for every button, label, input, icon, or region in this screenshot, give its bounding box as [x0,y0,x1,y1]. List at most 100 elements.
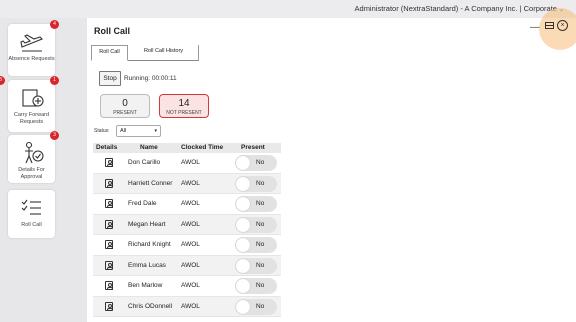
card-details-for-approval[interactable]: 3 Details For Approval [8,131,59,183]
close-icon[interactable]: × [557,20,568,31]
toggle-knob [236,258,250,273]
present-toggle[interactable]: No [235,237,277,253]
toggle-label: No [256,159,265,166]
card-absence-requests[interactable]: 4 Absence Requests [8,20,59,76]
contact-card-icon[interactable] [105,240,113,249]
toggle-label: No [256,241,265,248]
table-body: Don Carillo AWOL No Harriett Conner AWOL… [93,153,281,317]
tab-roll-call-history[interactable]: Roll Call History [129,45,199,61]
status-label: Status: [94,128,110,134]
present-count-box[interactable]: 0 PRESENT [100,94,150,118]
toggle-label: No [256,302,265,310]
account-label: Administrator (NextraStandard) - A Compa… [354,4,557,13]
status-select[interactable]: All ▾ [116,125,161,137]
document-add-icon [21,89,44,107]
toggle-label: No [256,282,265,289]
table-row: Don Carillo AWOL No [93,153,281,174]
sidebar: 4 Absence Requests 8 1 Carry Forward Req… [0,18,86,322]
notification-badge: 1 [50,76,59,85]
toggle-label: No [256,261,265,269]
toggle-knob [236,156,250,170]
contact-card-icon[interactable] [105,301,113,311]
employee-name: Harriett Conner [128,179,173,187]
present-count: 0 [122,98,128,109]
clocked-time: AWOL [181,220,200,228]
table-row: Fred Dale AWOL No [93,194,281,215]
table-row: Ben Marlow AWOL No [93,276,281,297]
account-selector[interactable]: Administrator (NextraStandard) - A Compa… [355,4,564,13]
roll-call-panel: Roll Call — × Roll Call Roll Call Histor… [87,8,576,322]
header-details: Details [96,144,118,151]
clocked-time: AWOL [181,302,200,310]
present-toggle[interactable]: No [235,298,277,315]
table-row: Chris ODonnell AWOL No [93,296,281,317]
toggle-label: No [256,220,265,228]
running-timer: Running: 00:00:11 [124,75,177,82]
toggle-knob [236,299,250,314]
table-row: Emma Lucas AWOL No [93,255,281,276]
table-row: Harriett Conner AWOL No [93,173,281,194]
tab-bar: Roll Call Roll Call History [91,45,199,61]
notification-badge: 3 [50,131,59,140]
status-value: All [120,128,127,134]
employee-name: Fred Dale [128,200,157,207]
card-label: Details For Approval [18,167,45,180]
clocked-time: AWOL [181,261,200,269]
contact-card-icon[interactable] [105,260,113,270]
employee-name: Chris ODonnell [128,302,173,310]
checklist-icon [21,199,41,215]
present-toggle[interactable]: No [235,278,277,294]
present-label: PRESENT [113,110,137,116]
contact-card-icon[interactable] [105,199,113,208]
not-present-count: 14 [178,98,190,109]
restore-window-icon[interactable] [545,22,554,29]
toggle-knob [236,176,250,191]
toggle-knob [236,197,250,211]
tab-roll-call[interactable]: Roll Call [91,45,128,61]
notification-badge: 8 [0,76,5,85]
employee-name: Megan Heart [128,220,166,228]
clocked-time: AWOL [181,200,200,207]
contact-card-icon[interactable] [105,219,113,229]
employee-name: Richard Knight [128,241,171,248]
contact-card-icon[interactable] [105,281,113,290]
toggle-label: No [256,200,265,207]
page-title: Roll Call [94,26,131,36]
card-label: Carry Forward Requests [13,112,50,125]
clocked-time: AWOL [181,179,200,187]
roll-call-table: Details Name Clocked Time Present Don Ca… [93,143,281,317]
employee-name: Ben Marlow [128,282,163,289]
not-present-label: NOT PRESENT [166,110,202,116]
present-toggle[interactable]: No [235,155,277,171]
present-toggle[interactable]: No [235,175,277,192]
chevron-down-icon: ▾ [154,128,157,134]
not-present-count-box[interactable]: 14 NOT PRESENT [159,94,209,118]
table-row: Megan Heart AWOL No [93,214,281,235]
present-toggle[interactable]: No [235,196,277,212]
present-toggle[interactable]: No [235,257,277,274]
airplane-icon [19,34,43,52]
toggle-knob [236,217,250,232]
employee-name: Don Carillo [128,159,161,166]
top-bar: Administrator (NextraStandard) - A Compa… [0,0,576,18]
person-check-icon [24,141,44,164]
employee-name: Emma Lucas [128,261,166,269]
contact-card-icon[interactable] [105,158,113,167]
card-carry-forward-requests[interactable]: 8 1 Carry Forward Requests [0,76,59,132]
header-name: Name [140,144,158,151]
present-toggle[interactable]: No [235,216,277,233]
stop-button[interactable]: Stop [99,71,121,86]
toggle-knob [236,238,250,252]
toggle-label: No [256,179,265,187]
header-clocked-time: Clocked Time [181,144,224,151]
table-header: Details Name Clocked Time Present [93,143,281,153]
card-roll-call[interactable]: Roll Call [8,190,55,238]
toggle-knob [236,279,250,293]
notification-badge: 4 [50,20,59,29]
clocked-time: AWOL [181,241,200,248]
contact-card-icon[interactable] [105,178,113,188]
card-label: Absence Requests [8,56,55,62]
clocked-time: AWOL [181,159,200,166]
header-present: Present [241,144,265,151]
card-label: Roll Call [21,222,42,228]
